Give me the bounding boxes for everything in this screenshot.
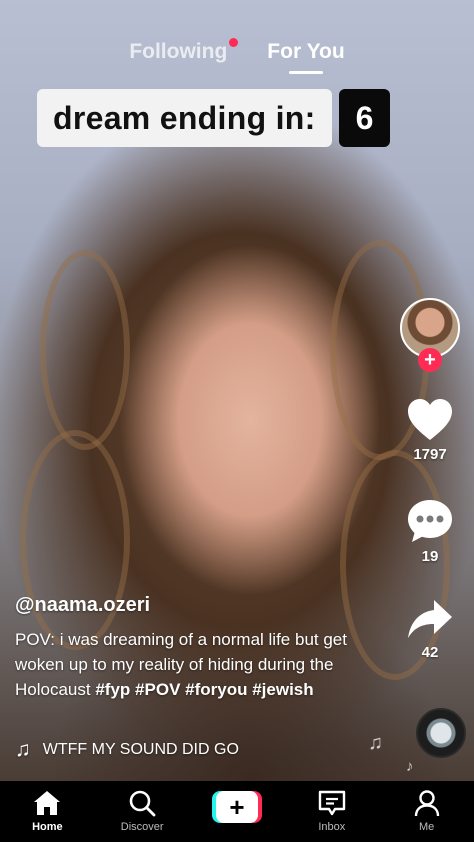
hashtag-foryou[interactable]: #foryou [185,680,247,699]
sound-info[interactable]: ♫ WTFF MY SOUND DID GO [15,738,239,762]
profile-icon [414,790,439,817]
video-caption: @naama.ozeri POV: i was dreaming of a no… [15,594,360,702]
nav-home[interactable]: Home [7,789,87,833]
countdown-badge: 6 [339,89,390,147]
search-icon [129,790,156,817]
hashtag-jewish[interactable]: #jewish [252,680,313,699]
like-button[interactable]: 1797 [394,398,466,463]
floating-note-icon: ♫ [368,732,383,754]
create-button[interactable]: + [211,791,262,823]
video-text-banner: dream ending in: [37,89,332,147]
caption-description: POV: i was dreaming of a normal life but… [15,627,360,702]
creator-username[interactable]: @naama.ozeri [15,594,360,617]
nav-create[interactable]: + [197,789,277,823]
hashtag-fyp[interactable]: #fyp [95,680,130,699]
new-content-dot [229,38,239,47]
comment-button[interactable]: 19 [394,498,466,565]
tab-for-you-label: For You [267,40,345,63]
heart-icon [408,399,452,440]
share-button[interactable]: 42 [394,598,466,661]
nav-inbox-label: Inbox [318,821,346,833]
tab-following[interactable]: Following [129,38,239,74]
like-count: 1797 [413,446,447,463]
hashtag-pov[interactable]: #POV [135,680,180,699]
share-arrow-icon [408,600,452,638]
tab-for-you[interactable]: For You [267,40,344,74]
share-count: 42 [421,644,439,661]
nav-discover[interactable]: Discover [102,789,182,833]
sound-disc[interactable] [416,708,466,758]
follow-plus-icon: + [424,349,436,371]
top-feed-tabs: Following For You [0,38,474,74]
bottom-navigation: Home Discover + Inbox Me [0,781,474,842]
sound-title: WTFF MY SOUND DID GO [42,741,239,758]
nav-me[interactable]: Me [387,789,467,833]
inbox-icon [318,790,345,816]
plus-icon: + [215,791,258,823]
tab-following-label: Following [129,40,228,63]
nav-me-label: Me [418,821,435,833]
nav-inbox[interactable]: Inbox [292,789,372,833]
home-icon [34,791,61,815]
music-note-icon: ♫ [15,738,31,761]
follow-button[interactable]: + [418,348,442,372]
countdown-number: 6 [355,99,374,136]
nav-discover-label: Discover [120,821,164,833]
comment-count: 19 [421,548,439,565]
floating-note-icon-small: ♪ [406,758,414,775]
banner-text: dream ending in: [53,99,316,136]
nav-home-label: Home [32,821,63,833]
comment-bubble-icon [408,500,452,542]
